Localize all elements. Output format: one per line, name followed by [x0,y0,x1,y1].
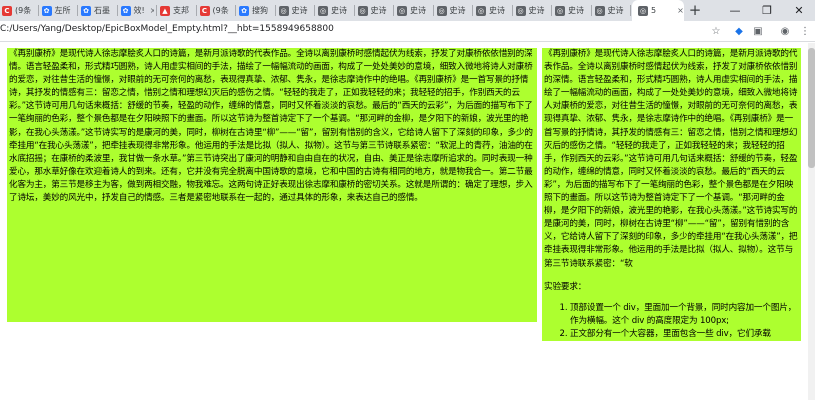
browser-tab[interactable]: ◎史诗× [357,0,392,21]
close-window-button[interactable]: ✕ [784,0,814,21]
browser-tab[interactable]: ◎史诗× [318,0,352,21]
globe-icon: ◎ [278,5,289,16]
tab-label: 史诗 [291,6,308,15]
tab-label: 史诗 [528,6,545,15]
tab-separator [274,5,276,16]
content-box-left: 《再别康桥》是现代诗人徐志摩脍炙人口的诗篇，是新月派诗歌的代表作品。全诗以离别康… [7,48,537,322]
paw-icon: ✿ [41,5,52,16]
tab-label: (9条 [15,6,32,15]
minimize-button[interactable]: — [720,0,750,21]
globe-icon: ◎ [594,5,605,16]
poem-essay-left: 《再别康桥》是现代诗人徐志摩脍炙人口的诗篇，是新月派诗歌的代表作品。全诗以离别康… [9,49,533,204]
tab-separator [195,5,197,16]
browser-toolbar: C:/Users/Yang/Desktop/EpicBoxModel_Empty… [0,21,815,42]
browser-tab[interactable]: ◎史诗× [555,0,589,21]
paw-icon: ✿ [120,5,131,16]
tab-separator [511,5,513,16]
browser-tab[interactable]: ✿搜狗× [239,0,273,21]
tab-separator [235,5,236,16]
requirements-list: 顶部设置一个 div，里面加一个背景，同时内容加一个图片，作为横幅。这个 div… [544,302,799,341]
globe-icon: ◎ [476,5,486,16]
close-icon[interactable]: × [677,6,684,15]
tab-label: 史诗 [449,6,466,15]
paw-icon: ✿ [81,5,91,16]
tab-separator [630,5,631,16]
tab-label: 史诗 [489,6,505,15]
tab-strip: C(9条×✿左所×✿石墨×✿效!×▲支邦×C(9条×✿搜狗×◎史诗×◎史诗×◎史… [0,0,815,21]
browser-tab[interactable]: ◎史诗× [397,0,431,21]
tab-separator [551,5,552,16]
paw-icon: ✿ [239,5,249,16]
browser-tab-active[interactable]: ◎ 5 × [632,0,684,21]
browser-tab[interactable]: ◎史诗× [515,0,550,21]
browser-tab[interactable]: ◎史诗× [594,0,629,21]
tab-label: 史诗 [331,6,347,15]
cast-icon[interactable]: ▣ [751,24,765,38]
browser-tab[interactable]: ✿石墨× [81,0,115,21]
requirements-title: 实验要求： [544,281,587,292]
browser-tab[interactable]: ◎史诗× [436,0,471,21]
tab-label: 搜狗 [252,6,268,15]
browser-tab[interactable]: ▲支邦× [160,0,194,21]
tab-separator [116,5,118,16]
tab-separator [432,5,434,16]
tab-separator [314,5,315,16]
browser-tab[interactable]: C(9条× [2,0,36,21]
tab-label: 左所 [54,6,71,15]
tab-label: 史诗 [410,6,426,15]
new-tab-button[interactable]: + [686,1,704,19]
flame-icon: ▲ [160,5,170,16]
requirement-item: 正文部分有一个大容器，里面包含一些 div，它们承载 [570,328,799,341]
c-red-icon: C [2,5,12,16]
globe-icon: ◎ [555,5,565,16]
browser-tab[interactable]: C(9条× [199,0,234,21]
menu-icon[interactable]: ⋮ [798,24,812,38]
tab-label: 史诗 [370,6,387,15]
globe-icon: ◎ [318,5,328,16]
tab-label: 效! [133,6,145,15]
tab-label: 支邦 [173,6,189,15]
browser-tab[interactable]: ◎史诗× [476,0,510,21]
tab-label: (9条 [212,6,229,15]
content-box-right: 《再别康桥》是现代诗人徐志摩脍炙人口的诗篇，是新月派诗歌的代表作品。全诗以离别康… [542,48,801,341]
globe-icon: ◎ [357,5,368,16]
tab-separator [77,5,78,16]
star-icon[interactable]: ☆ [709,24,723,38]
tab-label: 5 [651,6,657,15]
requirement-item: 顶部设置一个 div，里面加一个背景，同时内容加一个图片，作为横幅。这个 div… [570,302,799,328]
maximize-button[interactable]: ❐ [752,0,782,21]
tab-separator [156,5,157,16]
tab-label: 史诗 [568,6,584,15]
globe-icon: ◎ [397,5,407,16]
profile-icon[interactable]: ◉ [778,24,792,38]
browser-tab[interactable]: ✿ 效! × [120,0,154,21]
tab-label: 石墨 [94,6,110,15]
tab-separator [37,5,39,16]
globe-icon: ◎ [436,5,447,16]
tab-separator [472,5,473,16]
tab-separator [393,5,394,16]
scrollbar-thumb[interactable] [808,48,815,168]
tab-label: 史诗 [607,6,624,15]
c-red-icon: C [199,5,210,16]
globe-icon: ◎ [638,5,648,16]
extension-icon[interactable]: ◆ [732,24,746,38]
tab-separator [590,5,592,16]
browser-tab[interactable]: ✿左所× [41,0,76,21]
close-icon[interactable]: × [150,6,154,15]
browser-tab[interactable]: ◎史诗× [278,0,313,21]
poem-essay-right: 《再别康桥》是现代诗人徐志摩脍炙人口的诗篇，是新月派诗歌的代表作品。全诗以离别康… [544,49,798,269]
tab-separator [353,5,355,16]
globe-icon: ◎ [515,5,526,16]
address-bar[interactable]: C:/Users/Yang/Desktop/EpicBoxModel_Empty… [0,24,334,34]
